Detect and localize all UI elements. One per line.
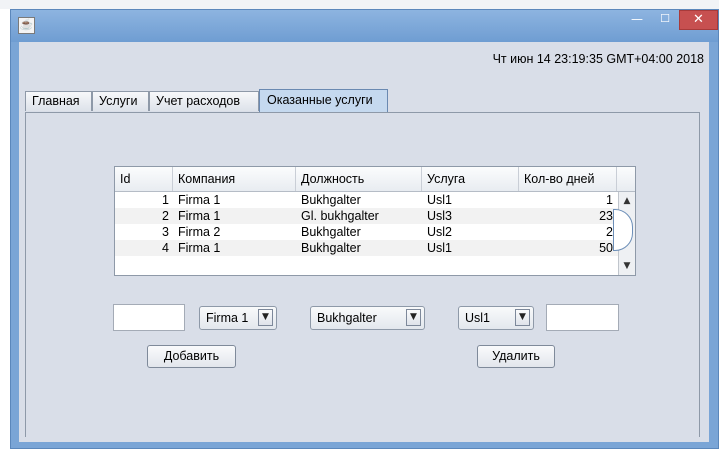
cell-id: 2 bbox=[162, 209, 169, 223]
cell-service: Usl3 bbox=[427, 209, 453, 223]
scroll-thumb[interactable] bbox=[613, 209, 633, 251]
chevron-down-icon[interactable]: ▼ bbox=[406, 309, 421, 326]
table-row[interactable]: 3 Firma 2 Bukhgalter Usl2 2 bbox=[115, 224, 618, 240]
company-combo[interactable]: Firma 1 ▼ bbox=[199, 306, 277, 330]
close-icon[interactable]: ✕ bbox=[679, 10, 718, 30]
service-combo-value: Usl1 bbox=[465, 311, 491, 325]
table-row[interactable]: 1 Firma 1 Bukhgalter Usl1 1 bbox=[115, 192, 618, 208]
tab-services[interactable]: Услуги bbox=[92, 91, 149, 111]
cell-days: 50 bbox=[599, 241, 613, 255]
cell-company: Firma 1 bbox=[178, 209, 221, 223]
tab-main[interactable]: Главная bbox=[25, 91, 92, 111]
id-input[interactable] bbox=[113, 304, 185, 331]
cell-days: 1 bbox=[606, 193, 613, 207]
table-body: 1 Firma 1 Bukhgalter Usl1 1 2 Firma 1 Gl… bbox=[115, 192, 618, 256]
services-table: Id Компания Должность Услуга Кол-во дней… bbox=[114, 166, 636, 276]
cell-id: 1 bbox=[162, 193, 169, 207]
tab-expenses[interactable]: Учет расходов bbox=[149, 91, 259, 111]
title-bar[interactable]: ☕ — ☐ ✕ bbox=[11, 10, 718, 42]
column-header-days[interactable]: Кол-во дней bbox=[519, 167, 617, 191]
scroll-up-icon[interactable]: ▲ bbox=[621, 195, 633, 207]
column-header-service[interactable]: Услуга bbox=[422, 167, 519, 191]
column-header-position[interactable]: Должность bbox=[296, 167, 422, 191]
tab-rendered-services[interactable]: Оказанные услуги bbox=[259, 89, 388, 112]
tab-panel: Id Компания Должность Услуга Кол-во дней… bbox=[25, 112, 700, 437]
cell-days: 2 bbox=[606, 225, 613, 239]
cell-position: Bukhgalter bbox=[301, 241, 361, 255]
cell-company: Firma 1 bbox=[178, 193, 221, 207]
cell-company: Firma 1 bbox=[178, 241, 221, 255]
table-scrollbar[interactable]: ▲ ▼ bbox=[613, 192, 635, 275]
table-row[interactable]: 2 Firma 1 Gl. bukhgalter Usl3 23 bbox=[115, 208, 618, 224]
delete-button[interactable]: Удалить bbox=[477, 345, 555, 368]
column-header-company[interactable]: Компания bbox=[173, 167, 296, 191]
cell-id: 4 bbox=[162, 241, 169, 255]
cell-position: Bukhgalter bbox=[301, 225, 361, 239]
cell-service: Usl1 bbox=[427, 241, 453, 255]
position-combo[interactable]: Bukhgalter ▼ bbox=[310, 306, 425, 330]
cell-company: Firma 2 bbox=[178, 225, 221, 239]
service-combo[interactable]: Usl1 ▼ bbox=[458, 306, 534, 330]
table-header: Id Компания Должность Услуга Кол-во дней bbox=[115, 167, 635, 192]
cell-days: 23 bbox=[599, 209, 613, 223]
scroll-down-icon[interactable]: ▼ bbox=[621, 260, 633, 272]
cell-position: Gl. bukhgalter bbox=[301, 209, 379, 223]
cell-service: Usl1 bbox=[427, 193, 453, 207]
desktop-strip bbox=[0, 0, 719, 9]
chevron-down-icon[interactable]: ▼ bbox=[515, 309, 530, 326]
days-input[interactable] bbox=[546, 304, 619, 331]
cell-service: Usl2 bbox=[427, 225, 453, 239]
maximize-icon[interactable]: ☐ bbox=[651, 10, 679, 30]
content-pane: Чт июн 14 23:19:35 GMT+04:00 2018 Главна… bbox=[19, 42, 709, 442]
position-combo-value: Bukhgalter bbox=[317, 311, 377, 325]
cell-id: 3 bbox=[162, 225, 169, 239]
company-combo-value: Firma 1 bbox=[206, 311, 249, 325]
cell-position: Bukhgalter bbox=[301, 193, 361, 207]
datetime-label: Чт июн 14 23:19:35 GMT+04:00 2018 bbox=[492, 52, 704, 66]
minimize-icon[interactable]: — bbox=[623, 10, 651, 30]
table-row[interactable]: 4 Firma 1 Bukhgalter Usl1 50 bbox=[115, 240, 618, 256]
java-icon[interactable]: ☕ bbox=[18, 17, 35, 34]
column-header-id[interactable]: Id bbox=[115, 167, 173, 191]
add-button[interactable]: Добавить bbox=[147, 345, 236, 368]
app-window: ☕ — ☐ ✕ Чт июн 14 23:19:35 GMT+04:00 201… bbox=[10, 9, 719, 449]
chevron-down-icon[interactable]: ▼ bbox=[258, 309, 273, 326]
